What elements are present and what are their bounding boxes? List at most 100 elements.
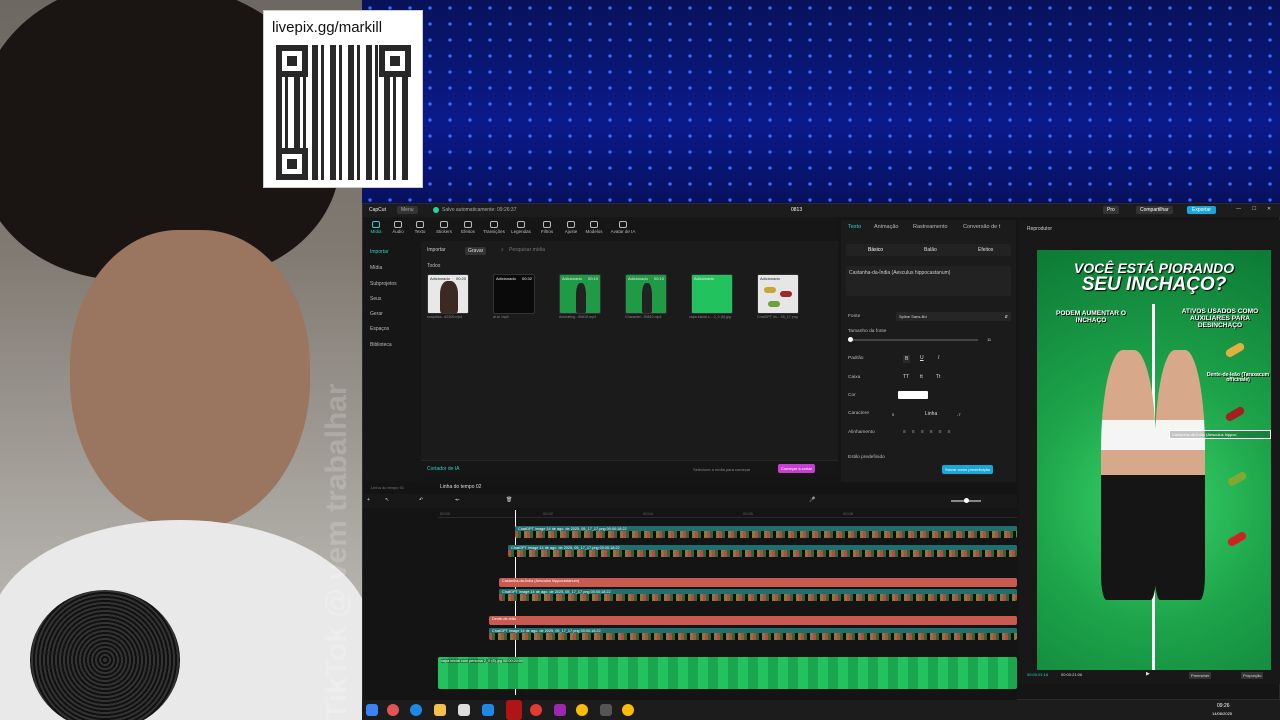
timeline-tab-2[interactable]: Linha do tempo 02 [440,484,481,490]
section-all: Todos [427,263,441,269]
nav-yours[interactable]: Seus [370,296,381,302]
text-content[interactable]: Castanha-da-Índia (Aesculus hippocastanu… [849,270,950,276]
tool-transitions[interactable]: Transições [483,221,505,234]
tool-stickers[interactable]: Stickers [433,221,455,234]
donation-qr-card: livepix.gg/markill [263,10,423,188]
subtab-basic[interactable]: Básico [868,247,883,253]
browser-icon[interactable] [410,704,422,716]
folder-icon[interactable] [434,704,446,716]
timeline-tab-1[interactable]: Linha do tempo 01 [371,485,404,490]
tool-adjust[interactable]: Ajuste [560,221,582,234]
tool-media[interactable]: Mídia [365,221,387,234]
font-value: Spline Sans-Bd [899,314,927,319]
close-icon[interactable]: ✕ [1267,206,1271,212]
subtab-balloon[interactable]: Balão [924,247,937,253]
color-swatch[interactable] [898,391,928,399]
tool-audio[interactable]: Áudio [387,221,409,234]
export-button[interactable]: Exportar [1187,206,1216,214]
save-preset-button[interactable]: Salvar como predefinição [942,465,994,474]
preview-canvas: VOCÊ ESTÁ PIORANDO SEU INCHAÇO? PODEM AU… [1037,250,1271,670]
import-button[interactable]: Importar [427,247,446,253]
mic-icon[interactable]: 🎤 [809,497,815,503]
nav-media[interactable]: Mídia [370,265,382,271]
start-icon[interactable] [366,704,378,716]
app-icon[interactable] [387,704,399,716]
font-select[interactable]: Spline Sans-Bd ⇵ [896,312,1011,321]
mail-icon[interactable] [482,704,494,716]
media-clip[interactable]: Adicionado 00:20 [427,274,469,314]
clip-label: Dente-de-leão [492,617,517,621]
chrome-icon[interactable] [576,704,588,716]
tool-ai-avatar[interactable]: Avatar de IA [609,221,637,234]
tab-conversion[interactable]: Conversão de t [963,224,1009,230]
size-value[interactable]: 11 [987,337,991,342]
properties-panel: Texto Animação Rastreamento Conversão de… [841,220,1016,482]
fill-button[interactable]: Preencher [1189,672,1212,679]
media-clip[interactable]: Adicionado 00:10 [625,274,667,314]
zoom-slider-handle[interactable] [964,498,969,503]
media-clip[interactable]: Adicionado 00:32 [493,274,535,314]
maximize-icon[interactable]: ☐ [1252,206,1256,212]
pro-button[interactable]: Pro [1103,206,1119,214]
app-icon[interactable] [554,704,566,716]
media-search-input[interactable]: Pesquisar mídia [509,247,545,253]
main-video-clip[interactable]: capa inicial com persona 2_0 (8).jpg 00:… [438,657,1017,689]
tool-captions[interactable]: Legendas [510,221,532,234]
underline-button[interactable]: U [920,355,924,361]
clip-duration: 00:32 [521,276,532,281]
tab-tracking[interactable]: Rastreamento [913,224,948,230]
split-icon[interactable]: ⟛ [455,497,460,503]
chrome-icon[interactable] [622,704,634,716]
lowercase-button[interactable]: tt [920,374,923,380]
tool-templates[interactable]: Modelos [583,221,605,234]
text-clip[interactable]: Castanha-da-Índia (Aesculus hippocastanu… [499,578,1017,587]
uppercase-button[interactable]: TT [903,374,909,380]
start-cut-button[interactable]: Começar a cortar [778,464,815,473]
media-clip[interactable]: Adicionado [757,274,799,314]
select-tool-icon[interactable]: ↖ [385,497,389,503]
microphone [30,590,180,720]
timeline-clip[interactable]: ChatGPT Image 14 de ago. de 2025, 05_17_… [489,628,1017,640]
nav-spaces[interactable]: Espaços [370,326,389,332]
record-button[interactable]: Gravar [465,247,487,255]
menu-button[interactable]: Menu [397,206,418,214]
subtab-effects[interactable]: Efeitos [978,247,993,253]
char-value[interactable]: 0 [892,412,894,417]
timeline-clip[interactable]: ChatGPT Image 14 de ago. de 2025, 05_17_… [515,526,1017,538]
size-slider[interactable] [848,339,978,341]
nav-generate[interactable]: Gerar [370,311,383,317]
tab-animation[interactable]: Animação [874,224,898,230]
add-icon[interactable]: + [367,497,370,503]
align-buttons[interactable]: ≡≡≡≡≡≡ [903,429,957,435]
nav-subprojects[interactable]: Subprojetos [370,281,397,287]
tool-effects[interactable]: Efeitos [457,221,479,234]
share-button[interactable]: Compartilhar [1136,206,1173,214]
media-clip[interactable]: Adicionado [691,274,733,314]
nav-import[interactable]: Importar [370,249,389,255]
tool-filters[interactable]: Filtros [536,221,558,234]
timeline-clip[interactable]: ChatGPT Image 14 de ago. de 2025, 05_17_… [499,589,1017,601]
selected-text-box[interactable]: Castanha-da-Índia (Aesculus hippoc [1169,430,1271,439]
nav-library[interactable]: Biblioteca [370,342,392,348]
size-slider-handle[interactable] [848,337,853,342]
bold-button[interactable]: B [903,355,911,363]
minimize-icon[interactable]: — [1236,206,1241,212]
play-icon[interactable]: ▶ [1146,671,1150,677]
titlecase-button[interactable]: Tt [936,374,940,380]
italic-button[interactable]: I [938,355,939,361]
text-input-box[interactable]: Castanha-da-Índia (Aesculus hippocastanu… [846,266,1011,296]
app-icon[interactable] [530,704,542,716]
delete-icon[interactable]: 🗑 [506,497,512,503]
app-icon[interactable] [506,700,522,720]
timeline-clip[interactable]: ChatGPT Image 14 de ago. de 2025, 05_17_… [508,545,1017,557]
ratio-button[interactable]: Proporção [1241,672,1264,679]
capcut-icon[interactable] [600,704,612,716]
tab-text[interactable]: Texto [848,224,861,230]
line-value[interactable]: -7 [957,412,961,417]
char-label: Caractere [848,411,870,416]
tool-text[interactable]: Texto [409,221,431,234]
text-clip[interactable]: Dente-de-leão [489,616,1017,625]
app-icon[interactable] [458,704,470,716]
undo-icon[interactable]: ↶ [419,497,423,503]
media-clip[interactable]: Adicionado 00:10 [559,274,601,314]
